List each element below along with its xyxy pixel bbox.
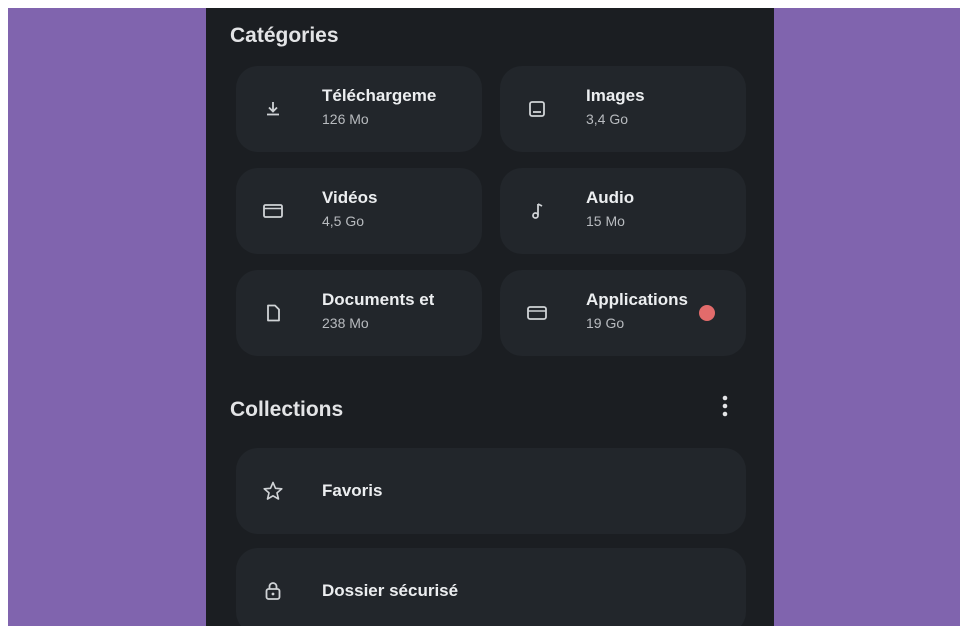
more-vert-icon: [722, 395, 728, 422]
category-images-size: 3,4 Go: [586, 111, 629, 127]
category-images-label: Images: [586, 86, 645, 105]
category-applications-label: Applications: [586, 290, 689, 309]
collection-secure-folder[interactable]: Dossier sécurisé: [236, 548, 746, 629]
touch-indicator: [699, 305, 715, 321]
download-icon: [260, 96, 286, 122]
category-videos-label: Vidéos: [322, 188, 378, 207]
category-downloads-label: Téléchargeme: [322, 86, 437, 105]
apps-icon: [524, 300, 550, 326]
more-options-button[interactable]: [713, 392, 737, 424]
category-audio[interactable]: Audio 15 Mo: [500, 168, 746, 254]
category-applications-size: 19 Go: [586, 315, 625, 331]
category-downloads[interactable]: Téléchargeme 126 Mo: [236, 66, 482, 152]
image-icon: [524, 96, 550, 122]
category-downloads-size: 126 Mo: [322, 111, 369, 127]
categories-heading: Catégories: [230, 24, 339, 47]
document-icon: [260, 300, 286, 326]
collections-heading: Collections: [230, 398, 344, 421]
category-documents-label: Documents et: [322, 290, 435, 309]
collection-favorites-label: Favoris: [322, 481, 383, 500]
music-note-icon: [524, 198, 550, 224]
collection-secure-folder-label: Dossier sécurisé: [322, 581, 459, 600]
category-audio-label: Audio: [586, 188, 635, 207]
lock-icon: [260, 578, 286, 604]
category-images[interactable]: Images 3,4 Go: [500, 66, 746, 152]
category-audio-size: 15 Mo: [586, 213, 625, 229]
star-outline-icon: [260, 478, 286, 504]
category-videos-size: 4,5 Go: [322, 213, 365, 229]
category-videos[interactable]: Vidéos 4,5 Go: [236, 168, 482, 254]
collection-favorites[interactable]: Favoris: [236, 448, 746, 534]
files-app-screen: Catégories Téléchargeme 126 Mo Images 3,…: [206, 8, 774, 629]
category-documents[interactable]: Documents et 238 Mo: [236, 270, 482, 356]
category-documents-size: 238 Mo: [322, 315, 369, 331]
video-icon: [260, 198, 286, 224]
